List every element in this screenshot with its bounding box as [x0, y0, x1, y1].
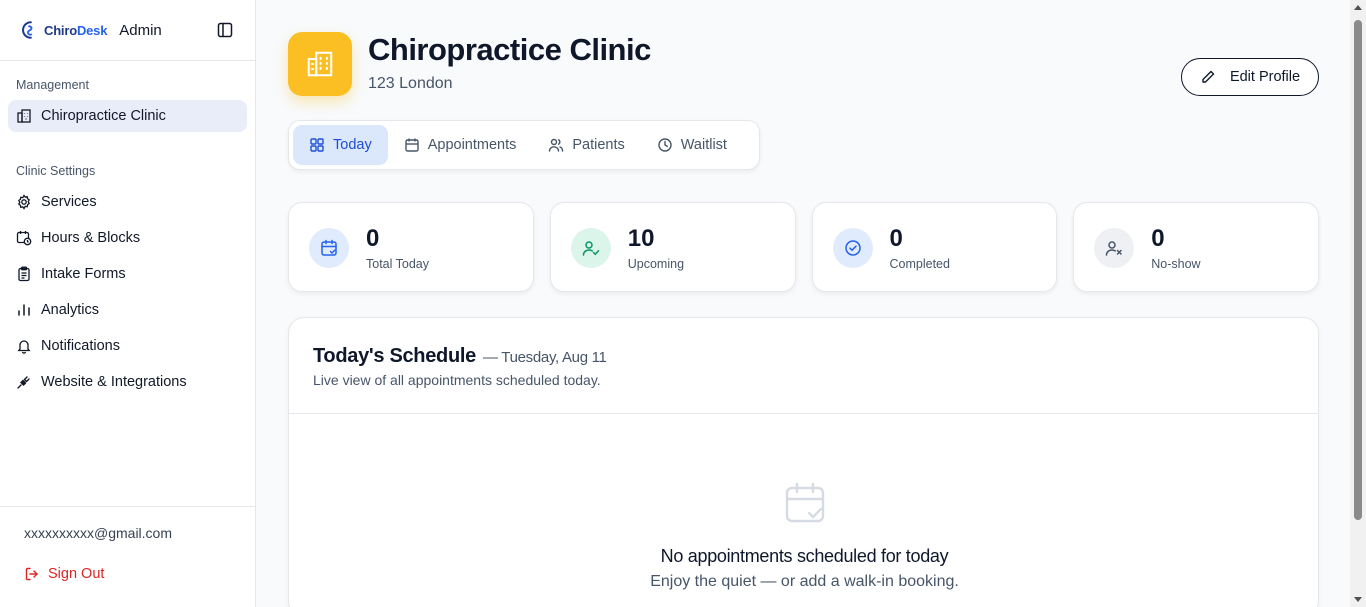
tab-label: Patients	[572, 137, 625, 153]
sidebar-brand: ChiroDesk Admin	[0, 0, 255, 61]
stat-label: Completed	[889, 257, 950, 271]
edit-profile-button[interactable]: Edit Profile	[1181, 58, 1319, 96]
stat-value: 0	[889, 225, 903, 252]
chirodesk-logo-icon	[22, 21, 33, 39]
stat-card-completed: 0 Completed	[811, 202, 1058, 292]
stat-icon-wrapper	[309, 228, 349, 268]
page-title: Chiropractice Clinic	[368, 32, 651, 67]
sign-out-label: Sign Out	[48, 566, 105, 582]
tab-patients[interactable]: Patients	[532, 125, 640, 165]
tab-label: Waitlist	[680, 137, 727, 153]
clock-icon	[658, 138, 672, 152]
settings-nav: Services Hours & Blocks Intake Forms Ana…	[0, 186, 255, 398]
sidebar-item-label: Notifications	[41, 338, 120, 354]
logout-icon	[25, 567, 38, 581]
stats-row: 0 Total Today 10 Upcoming 0 Completed 0 …	[288, 202, 1319, 292]
schedule-title: Today's Schedule	[313, 345, 476, 367]
calendar-clock-icon	[16, 231, 32, 246]
tab-today[interactable]: Today	[293, 125, 388, 165]
stat-value: 10	[627, 225, 655, 252]
check-circle-icon	[844, 240, 861, 256]
tab-bar: Today Appointments Patients Waitlist	[288, 120, 760, 170]
sidebar-item-notifications[interactable]: Notifications	[8, 330, 247, 362]
stat-label: Upcoming	[627, 257, 685, 271]
sign-out-button[interactable]: Sign Out	[24, 566, 104, 582]
sidebar-item-hours-blocks[interactable]: Hours & Blocks	[8, 222, 247, 254]
scrollbar-thumb[interactable]	[1354, 20, 1362, 520]
sidebar-item-services[interactable]: Services	[8, 186, 247, 218]
clinic-address: 123 London	[368, 75, 453, 92]
tab-label: Appointments	[427, 137, 517, 153]
edit-profile-label: Edit Profile	[1229, 69, 1301, 85]
users-icon	[549, 138, 564, 152]
sidebar-item-analytics[interactable]: Analytics	[8, 294, 247, 326]
stat-card-total-today: 0 Total Today	[288, 202, 534, 292]
sidebar-item-label: Services	[41, 194, 97, 210]
plug-icon	[17, 376, 30, 389]
schedule-subtitle: Live view of all appointments scheduled …	[313, 372, 601, 388]
scroll-down-arrow-icon[interactable]	[1354, 597, 1362, 602]
sidebar-item-label: Chiropractice Clinic	[41, 108, 166, 124]
section-label-clinic-settings: Clinic Settings	[16, 164, 96, 178]
sidebar-item-label: Analytics	[41, 302, 100, 318]
bell-icon	[17, 340, 31, 354]
calendar-icon	[405, 138, 419, 152]
section-label-management: Management	[16, 78, 89, 92]
user-x-icon	[1106, 241, 1122, 256]
empty-state-title: No appointments scheduled for today	[660, 546, 949, 566]
management-nav: Chiropractice Clinic	[0, 100, 255, 132]
sidebar-item-label: Hours & Blocks	[41, 230, 141, 246]
stat-label: Total Today	[366, 257, 430, 271]
page-scrollbar[interactable]	[1350, 0, 1366, 607]
user-check-icon	[582, 241, 599, 256]
stat-card-no-show: 0 No-show	[1073, 202, 1319, 292]
stat-value: 0	[1151, 225, 1165, 252]
stat-value: 0	[366, 225, 380, 252]
schedule-header: Today's Schedule — Tuesday, Aug 11 Live …	[289, 318, 1318, 414]
chirodesk-logo[interactable]: ChiroDesk	[18, 19, 107, 41]
scroll-up-arrow-icon[interactable]	[1354, 5, 1362, 10]
calendar-check-icon	[785, 482, 825, 523]
user-email: xxxxxxxxxx@gmail.com	[24, 525, 173, 541]
schedule-date: — Tuesday, Aug 11	[483, 349, 607, 366]
main-content: Chiropractice Clinic 123 London Edit Pro…	[256, 0, 1350, 607]
stat-icon-wrapper	[570, 228, 611, 268]
stat-label: No-show	[1151, 257, 1201, 271]
stat-icon-wrapper	[1094, 228, 1135, 268]
calendar-check-icon	[321, 239, 337, 256]
tab-waitlist[interactable]: Waitlist	[641, 125, 743, 165]
building-icon	[17, 109, 31, 123]
gear-icon	[17, 194, 31, 210]
brand-name: ChiroDesk	[44, 22, 108, 38]
pencil-icon	[1202, 70, 1215, 83]
empty-state-subtitle: Enjoy the quiet — or add a walk-in booki…	[650, 573, 959, 590]
stat-card-upcoming: 10 Upcoming	[549, 202, 796, 292]
building-icon	[307, 51, 333, 77]
tab-appointments[interactable]: Appointments	[388, 125, 533, 165]
sidebar-item-website-integrations[interactable]: Website & Integrations	[8, 366, 247, 398]
grid-icon	[310, 138, 324, 152]
sidebar-item-chiropractice-clinic[interactable]: Chiropractice Clinic	[8, 100, 247, 132]
sidebar-item-label: Website & Integrations	[41, 374, 187, 390]
clinic-avatar	[288, 32, 352, 96]
sidebar-footer: xxxxxxxxxx@gmail.com Sign Out	[0, 506, 255, 607]
clipboard-icon	[18, 266, 30, 282]
bar-chart-icon	[18, 304, 30, 316]
sidebar-item-label: Intake Forms	[41, 266, 126, 282]
sidebar-item-intake-forms[interactable]: Intake Forms	[8, 258, 247, 290]
brand-role: Admin	[119, 21, 162, 39]
sidebar: ChiroDesk Admin Management Chiropractice…	[0, 0, 256, 607]
tab-label: Today	[333, 137, 372, 153]
schedule-card: Today's Schedule — Tuesday, Aug 11 Live …	[288, 317, 1319, 607]
sidebar-toggle-icon[interactable]	[217, 22, 233, 38]
stat-icon-wrapper	[832, 228, 873, 268]
